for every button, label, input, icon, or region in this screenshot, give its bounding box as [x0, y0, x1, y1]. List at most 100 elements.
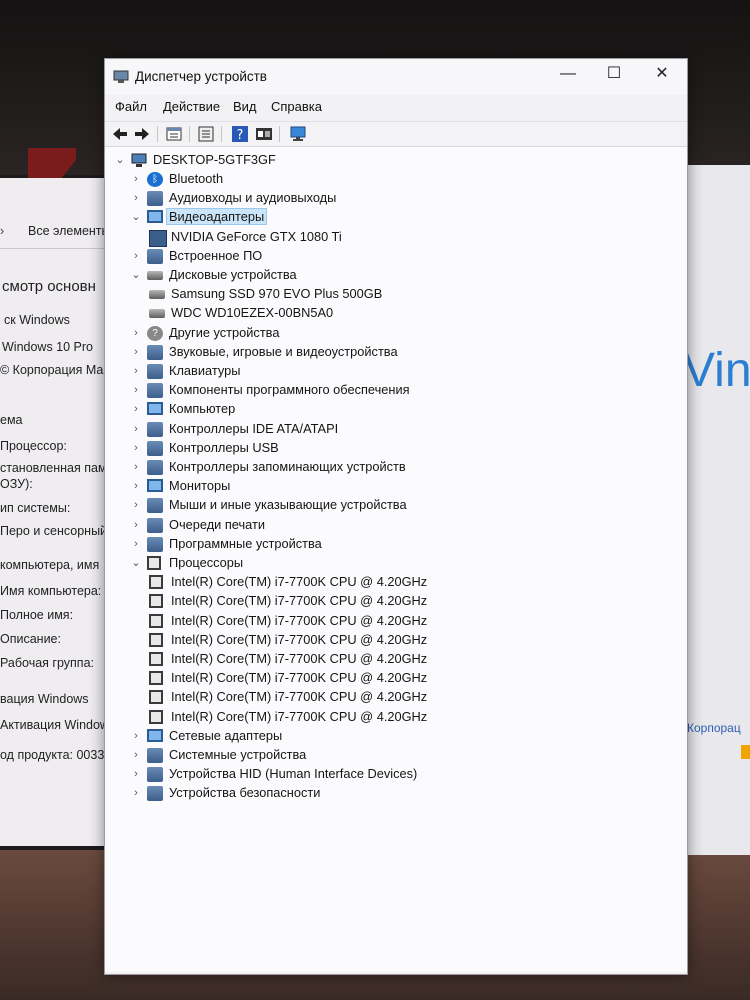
chevron-right-icon[interactable]: › — [129, 765, 143, 784]
chevron-right-icon[interactable]: › — [129, 324, 143, 343]
tree-item-label: Intel(R) Core(TM) i7-7700K CPU @ 4.20GHz — [171, 632, 428, 647]
back-icon[interactable] — [111, 125, 129, 143]
close-button[interactable]: ✕ — [639, 59, 685, 89]
tree-device-item[interactable]: Intel(R) Core(TM) i7-7700K CPU @ 4.20GHz — [149, 592, 569, 611]
title-bar[interactable]: Диспетчер устройств — ☐ ✕ — [105, 59, 687, 95]
tree-device-item[interactable]: Intel(R) Core(TM) i7-7700K CPU @ 4.20GHz — [149, 612, 569, 631]
tree-device-item[interactable]: Intel(R) Core(TM) i7-7700K CPU @ 4.20GHz — [149, 688, 569, 707]
tree-category-item[interactable]: › Системные устройства — [129, 746, 549, 765]
security-device-icon — [147, 786, 163, 801]
firmware-icon — [147, 249, 163, 264]
printer-icon — [147, 518, 163, 533]
chevron-right-icon[interactable]: › — [129, 746, 143, 765]
chevron-right-icon[interactable]: › — [129, 535, 143, 554]
computer-name-label: Имя компьютера: — [0, 584, 102, 598]
device-manager-window: Диспетчер устройств — ☐ ✕ Файл Действие … — [104, 58, 688, 975]
tree-category-item[interactable]: › Компьютер — [129, 400, 549, 419]
chevron-right-icon[interactable]: › — [129, 458, 143, 477]
display-adapter-icon — [147, 210, 163, 223]
maximize-button[interactable]: ☐ — [591, 59, 637, 89]
menu-view[interactable]: Вид — [233, 99, 257, 114]
device-tree: ⌄ DESKTOP-5GTF3GF › ᛒ Bluetooth › Аудиовходы… — [105, 147, 687, 972]
forward-icon[interactable] — [133, 125, 151, 143]
tree-category-item[interactable]: › Программные устройства — [129, 535, 549, 554]
chevron-down-icon[interactable]: ⌄ — [129, 554, 143, 573]
tree-category-item[interactable]: › Контроллеры запоминающих устройств — [129, 458, 549, 477]
tree-category-item[interactable]: › Аудиовходы и аудиовыходы — [129, 189, 549, 208]
chevron-right-icon[interactable]: › — [129, 381, 143, 400]
tree-category-item[interactable]: ⌄ Процессоры — [129, 554, 549, 573]
tree-category-item[interactable]: › Встроенное ПО — [129, 247, 549, 266]
view-icon[interactable] — [255, 125, 273, 143]
chevron-right-icon[interactable]: › — [129, 420, 143, 439]
tree-device-item[interactable]: Intel(R) Core(TM) i7-7700K CPU @ 4.20GHz — [149, 650, 569, 669]
chevron-right-icon[interactable]: › — [129, 362, 143, 381]
chevron-right-icon[interactable]: › — [129, 343, 143, 362]
tree-item-label: Встроенное ПО — [169, 248, 263, 263]
edition-value: Windows 10 Pro — [2, 340, 94, 354]
chevron-down-icon[interactable]: ⌄ — [129, 208, 143, 227]
tree-category-item[interactable]: › Клавиатуры — [129, 362, 549, 381]
tree-device-item[interactable]: WDC WD10EZEX-00BN5A0 — [149, 304, 569, 323]
menu-action[interactable]: Действие — [163, 99, 220, 114]
chevron-right-icon[interactable]: › — [129, 477, 143, 496]
chevron-right-icon[interactable]: › — [129, 170, 143, 189]
tree-category-item[interactable]: › Очереди печати — [129, 516, 549, 535]
tree-device-item[interactable]: NVIDIA GeForce GTX 1080 Ti — [149, 228, 569, 247]
tree-category-item[interactable]: › Мониторы — [129, 477, 549, 496]
chevron-right-icon[interactable]: › — [129, 727, 143, 746]
chevron-right-icon[interactable]: › — [129, 439, 143, 458]
tree-category-item[interactable]: ›? Другие устройства — [129, 324, 549, 343]
chevron-right-icon[interactable]: › — [129, 496, 143, 515]
unknown-device-icon: ? — [147, 326, 163, 341]
tree-root[interactable]: ⌄ DESKTOP-5GTF3GF — [113, 151, 313, 170]
keyboard-icon — [147, 364, 163, 379]
tree-category-item[interactable]: › Устройства безопасности — [129, 784, 549, 803]
tree-item-label: Процессоры — [169, 555, 244, 570]
list-icon[interactable] — [197, 125, 215, 143]
tree-device-item[interactable]: Intel(R) Core(TM) i7-7700K CPU @ 4.20GHz — [149, 669, 569, 688]
chevron-down-icon[interactable]: ⌄ — [129, 266, 143, 285]
tree-device-item[interactable]: Intel(R) Core(TM) i7-7700K CPU @ 4.20GHz — [149, 573, 569, 592]
tree-item-label: Устройства безопасности — [169, 785, 321, 800]
chevron-right-icon[interactable]: › — [129, 516, 143, 535]
tree-item-label: Мониторы — [169, 478, 231, 493]
tree-category-item[interactable]: › Контроллеры USB — [129, 439, 549, 458]
tree-item-label: Bluetooth — [169, 171, 224, 186]
network-adapter-icon — [147, 729, 163, 742]
chevron-right-icon[interactable]: › — [129, 189, 143, 208]
tree-item-label: Дисковые устройства — [169, 267, 297, 282]
tree-device-item[interactable]: Samsung SSD 970 EVO Plus 500GB — [149, 285, 569, 304]
help-icon[interactable]: ? — [231, 125, 249, 143]
tree-category-item[interactable]: › Компоненты программного обеспечения — [129, 381, 549, 400]
tree-category-item[interactable]: ⌄ Дисковые устройства — [129, 266, 549, 285]
chevron-right-icon[interactable]: › — [129, 400, 143, 419]
breadcrumb[interactable]: Все элементы — [28, 224, 108, 238]
menu-bar: Файл Действие Вид Справка — [105, 97, 687, 119]
tree-category-item[interactable]: › Сетевые адаптеры — [129, 727, 549, 746]
tree-item-label: Аудиовходы и аудиовыходы — [169, 190, 337, 205]
menu-help[interactable]: Справка — [271, 99, 322, 114]
hid-icon — [147, 767, 163, 782]
menu-file[interactable]: Файл — [115, 99, 147, 114]
tree-category-item[interactable]: › Устройства HID (Human Interface Devices… — [129, 765, 549, 784]
monitor-icon[interactable] — [289, 125, 307, 143]
speaker-icon — [147, 345, 163, 360]
corporation-link[interactable]: Корпорац — [687, 721, 741, 735]
properties-icon[interactable] — [165, 125, 183, 143]
divider — [0, 248, 108, 249]
tree-category-item[interactable]: › Контроллеры IDE ATA/ATAPI — [129, 420, 549, 439]
tree-category-item[interactable]: › ᛒ Bluetooth — [129, 170, 549, 189]
device-manager-icon — [113, 70, 129, 83]
tree-item-label: Intel(R) Core(TM) i7-7700K CPU @ 4.20GHz — [171, 709, 428, 724]
chevron-down-icon[interactable]: ⌄ — [113, 151, 127, 170]
chevron-right-icon[interactable]: › — [129, 784, 143, 803]
tree-device-item[interactable]: Intel(R) Core(TM) i7-7700K CPU @ 4.20GHz — [149, 631, 569, 650]
tree-item-label: Программные устройства — [169, 536, 322, 551]
tree-category-item[interactable]: › Звуковые, игровые и видеоустройства — [129, 343, 549, 362]
minimize-button[interactable]: — — [545, 59, 591, 89]
tree-category-item[interactable]: ⌄ Видеоадаптеры — [129, 208, 549, 227]
chevron-right-icon[interactable]: › — [129, 247, 143, 266]
tree-category-item[interactable]: › Мыши и иные указывающие устройства — [129, 496, 549, 515]
tree-device-item[interactable]: Intel(R) Core(TM) i7-7700K CPU @ 4.20GHz — [149, 708, 569, 727]
